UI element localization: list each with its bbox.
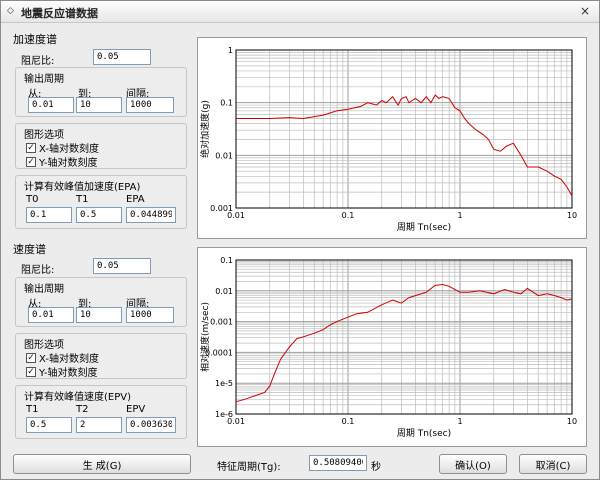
accel-from-input[interactable] bbox=[28, 97, 74, 113]
vel-from-input[interactable] bbox=[28, 307, 74, 323]
accel-peak-group-title: 计算有效峰值加速度(EPA) bbox=[24, 182, 141, 193]
title-bar[interactable]: ◇ 地震反应谱数据 × bbox=[1, 1, 599, 23]
x-tick-label: 10 bbox=[567, 211, 577, 220]
vel-damping-input[interactable] bbox=[93, 258, 151, 274]
x-tick-label: 1 bbox=[457, 211, 462, 220]
x-tick-label: 0.1 bbox=[342, 417, 355, 426]
plot-frame bbox=[235, 259, 573, 415]
dialog-window: ◇ 地震反应谱数据 × 加速度谱 阻尼比: 输出周期 从: 到: 间隔: 图形选… bbox=[0, 0, 600, 480]
check-icon: ✓ bbox=[26, 156, 36, 167]
vel-ylog-label: Y-轴对数刻度 bbox=[39, 368, 98, 379]
vel-t2-input[interactable] bbox=[76, 417, 122, 433]
check-icon: ✓ bbox=[26, 142, 36, 153]
accel-heading: 加速度谱 bbox=[13, 33, 57, 46]
y-tick-label: 1 bbox=[228, 46, 233, 55]
tg-value-field[interactable] bbox=[309, 455, 367, 471]
accel-col1-label: T0 bbox=[26, 194, 39, 205]
accel-period-group: 输出周期 从: 到: 间隔: bbox=[15, 67, 187, 117]
accel-damping-input[interactable] bbox=[93, 49, 151, 65]
x-axis-label: 周期 Tn(sec) bbox=[397, 222, 451, 233]
spectrum-line bbox=[236, 94, 573, 197]
chart-gridlines bbox=[235, 260, 572, 415]
vel-options-group-title: 图形选项 bbox=[24, 340, 64, 351]
vel-col2-label: T2 bbox=[76, 404, 89, 415]
generate-button[interactable]: 生 成(G) bbox=[13, 454, 191, 474]
diamond-icon: ◇ bbox=[7, 6, 14, 16]
check-icon: ✓ bbox=[26, 352, 36, 363]
x-tick-label: 1 bbox=[457, 417, 462, 426]
accel-period-group-title: 输出周期 bbox=[24, 74, 64, 85]
vel-spectrum-chart: 0.01 0.1 1 101e-61e-50.00010.0010.010.1周期 T… bbox=[199, 256, 577, 439]
y-axis-label: 绝对加速度(g) bbox=[199, 100, 211, 158]
accel-xlog-label: X-轴对数刻度 bbox=[39, 144, 99, 155]
vel-col3-label: EPV bbox=[126, 404, 146, 415]
ok-button[interactable]: 确认(O) bbox=[439, 454, 507, 474]
tg-label: 特征周期(Tg): bbox=[217, 462, 281, 473]
tg-unit: 秒 bbox=[371, 462, 381, 473]
x-tick-label: 0.1 bbox=[342, 211, 355, 220]
vel-xlog-checkbox[interactable]: ✓ X-轴对数刻度 bbox=[26, 350, 99, 365]
y-tick-label: 1e-5 bbox=[215, 379, 233, 388]
x-axis-label: 周期 Tn(sec) bbox=[397, 428, 451, 439]
close-button[interactable]: × bbox=[577, 3, 593, 19]
vel-t1-input[interactable] bbox=[26, 417, 72, 433]
vel-step-input[interactable] bbox=[126, 307, 174, 323]
accel-options-group-title: 图形选项 bbox=[24, 130, 64, 141]
vel-period-group: 输出周期 从: 到: 间隔: bbox=[15, 277, 187, 327]
y-tick-label: 1e-6 bbox=[215, 410, 233, 419]
accel-col3-label: EPA bbox=[126, 194, 145, 205]
accel-t1-input[interactable] bbox=[76, 207, 122, 223]
y-tick-label: 0.1 bbox=[220, 256, 233, 265]
vel-options-group: 图形选项 ✓ X-轴对数刻度 ✓ Y-轴对数刻度 bbox=[15, 333, 187, 379]
y-tick-label: 0.001 bbox=[210, 318, 233, 327]
plot-frame bbox=[235, 49, 573, 209]
cancel-button[interactable]: 取消(C) bbox=[519, 454, 587, 474]
accel-xlog-checkbox[interactable]: ✓ X-轴对数刻度 bbox=[26, 140, 99, 155]
accel-step-input[interactable] bbox=[126, 97, 174, 113]
vel-ylog-checkbox[interactable]: ✓ Y-轴对数刻度 bbox=[26, 364, 98, 379]
accel-ylog-checkbox[interactable]: ✓ Y-轴对数刻度 bbox=[26, 154, 98, 169]
accel-options-group: 图形选项 ✓ X-轴对数刻度 ✓ Y-轴对数刻度 bbox=[15, 123, 187, 169]
vel-epv-input[interactable] bbox=[126, 417, 176, 433]
vel-col1-label: T1 bbox=[26, 404, 39, 415]
accel-peak-group: 计算有效峰值加速度(EPA) T0 T1 EPA bbox=[15, 175, 187, 229]
chart-gridlines bbox=[235, 50, 572, 209]
vel-xlog-label: X-轴对数刻度 bbox=[39, 354, 99, 365]
vel-peak-group-title: 计算有效峰值速度(EPV) bbox=[24, 392, 131, 403]
accel-damping-label: 阻尼比: bbox=[21, 56, 55, 67]
accel-col2-label: T1 bbox=[76, 194, 89, 205]
accel-spectrum-chart: 0.01 0.1 1 100.0010.010.11周期 Tn(sec)绝对加速度(g… bbox=[199, 46, 577, 233]
vel-period-group-title: 输出周期 bbox=[24, 284, 64, 295]
vel-to-input[interactable] bbox=[76, 307, 122, 323]
y-axis-label: 相对速度(m/sec) bbox=[199, 302, 211, 372]
vel-peak-group: 计算有效峰值速度(EPV) T1 T2 EPV bbox=[15, 385, 187, 439]
y-tick-label: 0.001 bbox=[210, 204, 233, 213]
accel-t0-input[interactable] bbox=[26, 207, 72, 223]
y-tick-label: 0.01 bbox=[215, 287, 233, 296]
vel-heading: 速度谱 bbox=[13, 243, 46, 256]
vel-damping-label: 阻尼比: bbox=[21, 265, 55, 276]
x-tick-label: 10 bbox=[567, 417, 577, 426]
accel-plot-panel: 0.01 0.1 1 10 0.001 0.01 0.1 1 周期 Tn(sec) 绝对加速度(g… bbox=[197, 37, 587, 239]
window-title: 地震反应谱数据 bbox=[21, 7, 98, 20]
accel-ylog-label: Y-轴对数刻度 bbox=[39, 158, 98, 169]
y-tick-label: 0.01 bbox=[215, 151, 233, 160]
vel-plot-panel: 0.01 0.1 1 10 1e-6 1e-5 0.0001 0.001 0.01 0.1 周期 T… bbox=[197, 247, 587, 447]
y-tick-label: 0.1 bbox=[220, 99, 233, 108]
check-icon: ✓ bbox=[26, 366, 36, 377]
accel-epa-input[interactable] bbox=[126, 207, 176, 223]
accel-to-input[interactable] bbox=[76, 97, 122, 113]
